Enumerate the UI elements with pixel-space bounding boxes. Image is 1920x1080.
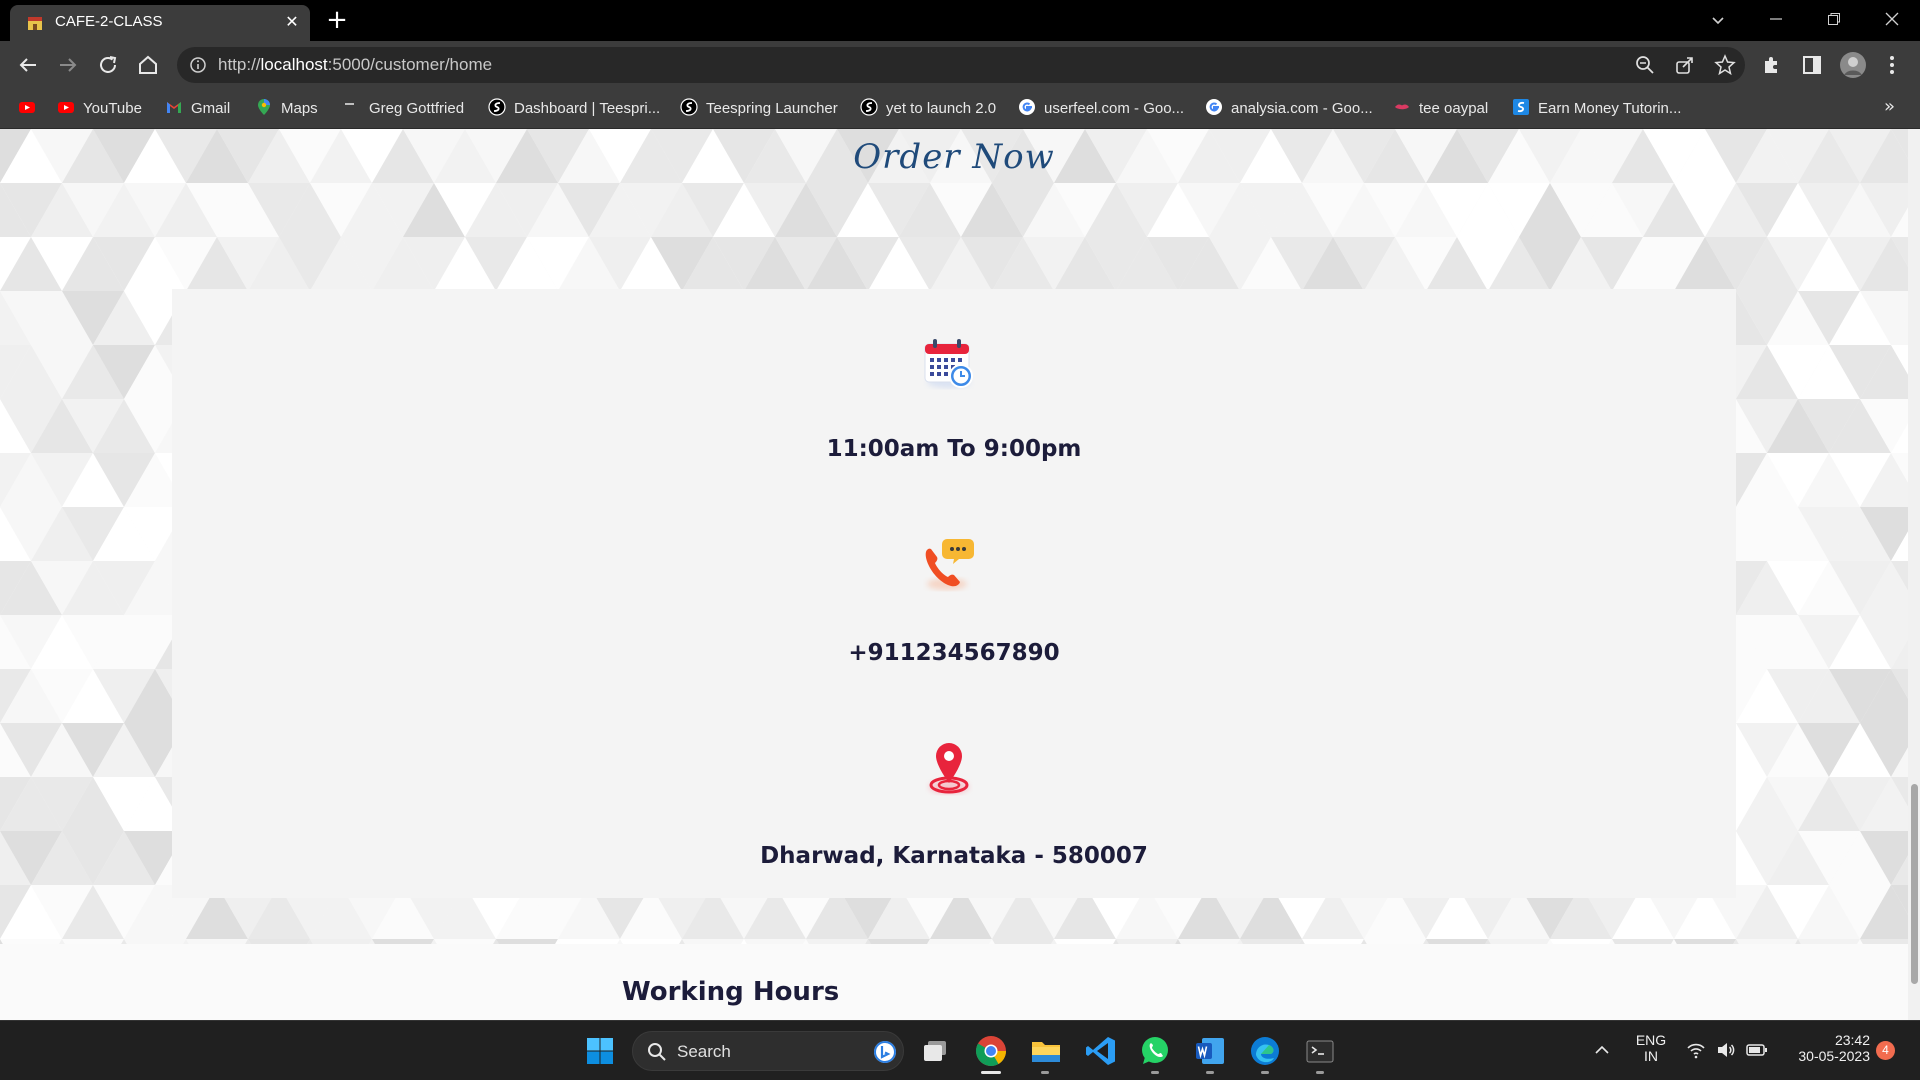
bookmarks-overflow-button[interactable]: »: [1884, 96, 1895, 117]
url-text: http://localhost:5000/customer/home: [218, 55, 493, 74]
show-hidden-icons-chevron-icon[interactable]: [1593, 1041, 1611, 1059]
notification-badge[interactable]: 4: [1876, 1041, 1895, 1060]
word-running-indicator: [1206, 1071, 1214, 1074]
whatsapp-icon[interactable]: [1137, 1033, 1173, 1069]
restore-icon: [1828, 13, 1840, 25]
phone-chat-icon: [925, 539, 974, 590]
calendar-clock-icon: [924, 339, 973, 388]
bookmark-gmail[interactable]: Gmail: [165, 98, 230, 120]
bookmarks-bar: YouTube Gmail Maps Greg Gottfried Dashbo…: [0, 89, 1920, 129]
lips-icon: [1395, 104, 1409, 110]
wifi-icon[interactable]: [1686, 1040, 1706, 1060]
tab-close-button[interactable]: ✕: [282, 12, 302, 32]
language-indicator[interactable]: ENG IN: [1626, 1032, 1676, 1064]
bookmark-youtube-icon-only[interactable]: [18, 98, 44, 120]
forward-arrow-icon[interactable]: [54, 51, 82, 79]
taskbar-search-box[interactable]: Search: [632, 1031, 904, 1071]
explorer-running-indicator: [1041, 1071, 1049, 1074]
teespring-icon: [680, 98, 698, 116]
google-icon: [1206, 99, 1222, 115]
youtube-icon: [19, 102, 35, 113]
bookmark-userfeel[interactable]: userfeel.com - Goo...: [1018, 98, 1184, 120]
youtube-icon: [58, 102, 74, 113]
cafe-favicon-icon: [28, 17, 42, 30]
order-now-title: Order Now: [853, 137, 1055, 177]
share-icon[interactable]: [1674, 54, 1696, 76]
restore-button[interactable]: [1806, 0, 1862, 41]
chrome-active-indicator: [981, 1071, 1001, 1074]
maps-icon: [258, 99, 270, 115]
phone-number-text: +911234567890: [848, 640, 1060, 666]
zoom-icon[interactable]: [1634, 54, 1656, 76]
tab-title: CAFE-2-CLASS: [55, 13, 163, 30]
page-scrollbar[interactable]: [1908, 129, 1920, 1020]
reload-icon[interactable]: [94, 51, 122, 79]
new-tab-button[interactable]: +: [325, 7, 349, 33]
terminal-icon[interactable]: [1302, 1033, 1338, 1069]
google-icon: [1019, 99, 1035, 115]
s-icon: [1513, 99, 1529, 115]
dash-icon: [345, 103, 354, 105]
task-view-icon[interactable]: [918, 1033, 954, 1069]
edge-running-indicator: [1261, 1071, 1269, 1074]
more-menu-icon[interactable]: [1880, 53, 1904, 77]
tab-search-chevron-icon[interactable]: [1710, 12, 1726, 28]
minimize-icon: [1770, 18, 1782, 20]
windows-start-icon[interactable]: [582, 1033, 618, 1069]
scrollbar-thumb[interactable]: [1911, 784, 1918, 984]
whatsapp-running-indicator: [1151, 1071, 1159, 1074]
battery-icon[interactable]: [1746, 1040, 1768, 1060]
gmail-icon: [167, 102, 181, 113]
terminal-running-indicator: [1316, 1071, 1324, 1074]
bookmark-star-icon[interactable]: [1714, 54, 1736, 76]
bookmark-analysia[interactable]: analysia.com - Goo...: [1205, 98, 1373, 120]
browser-tab-strip: CAFE-2-CLASS ✕ +: [0, 0, 1920, 41]
search-icon: [648, 1043, 666, 1061]
file-explorer-icon[interactable]: [1028, 1033, 1064, 1069]
opening-hours-text: 11:00am To 9:00pm: [826, 436, 1082, 462]
word-icon[interactable]: [1192, 1033, 1228, 1069]
close-window-button[interactable]: [1864, 0, 1920, 41]
chrome-icon[interactable]: [973, 1033, 1009, 1069]
vscode-icon[interactable]: [1083, 1033, 1119, 1069]
bookmark-earn-money[interactable]: Earn Money Tutorin...: [1512, 98, 1681, 120]
address-bar[interactable]: http://localhost:5000/customer/home: [177, 47, 1745, 83]
windows-taskbar: Search ENG IN 23:42 30-05-2023 4: [0, 1020, 1920, 1080]
profile-avatar[interactable]: [1839, 51, 1867, 79]
teespring-icon: [860, 98, 878, 116]
minimize-button[interactable]: [1748, 0, 1804, 41]
working-hours-heading: Working Hours: [622, 977, 840, 1007]
page-viewport: Order Now 11:00am To 9:00pm +91123456789…: [0, 129, 1908, 1020]
contact-info-card: 11:00am To 9:00pm +911234567890 Dharwad,…: [172, 289, 1736, 898]
bookmark-dashboard-teespring[interactable]: Dashboard | Teespri...: [488, 98, 660, 120]
bookmark-teespring-launcher[interactable]: Teespring Launcher: [680, 98, 838, 120]
volume-icon[interactable]: [1716, 1040, 1736, 1060]
home-icon[interactable]: [134, 51, 162, 79]
address-text: Dharwad, Karnataka - 580007: [760, 843, 1148, 869]
location-pin-icon: [929, 743, 969, 794]
bookmark-greg-gottfried[interactable]: Greg Gottfried: [343, 98, 464, 120]
browser-tab[interactable]: CAFE-2-CLASS ✕: [10, 5, 310, 41]
extensions-puzzle-icon[interactable]: [1760, 53, 1784, 77]
search-label: Search: [677, 1042, 731, 1061]
bookmark-maps[interactable]: Maps: [255, 98, 318, 120]
clock[interactable]: 23:42 30-05-2023: [1784, 1032, 1870, 1064]
site-info-icon[interactable]: [189, 56, 207, 74]
bookmark-tee-oaypal[interactable]: tee oaypal: [1393, 98, 1488, 120]
teespring-icon: [488, 98, 506, 116]
browser-toolbar: http://localhost:5000/customer/home: [0, 41, 1920, 89]
edge-icon[interactable]: [1247, 1033, 1283, 1069]
bookmark-youtube[interactable]: YouTube: [57, 98, 142, 120]
close-icon: [1885, 12, 1899, 26]
bing-icon[interactable]: [873, 1040, 897, 1064]
back-arrow-icon[interactable]: [14, 51, 42, 79]
bookmark-yet-to-launch[interactable]: yet to launch 2.0: [860, 98, 996, 120]
side-panel-icon[interactable]: [1800, 53, 1824, 77]
